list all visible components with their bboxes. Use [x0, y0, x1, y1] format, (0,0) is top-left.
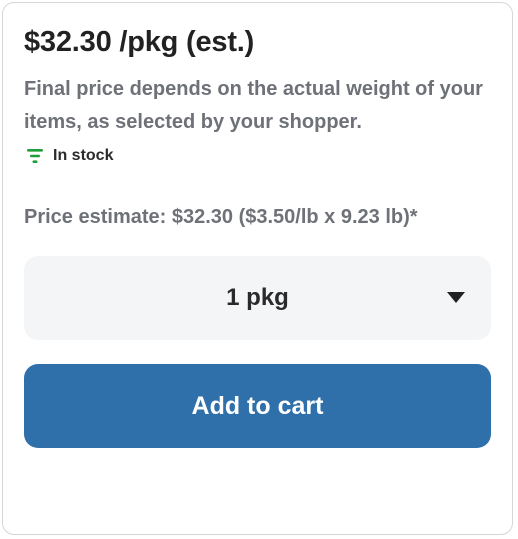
caret-down-icon: [447, 292, 465, 303]
product-purchase-card: $32.30 /pkg (est.) Final price depends o…: [2, 2, 513, 535]
stock-status: In stock: [26, 147, 113, 165]
price-estimate: Price estimate: $32.30 ($3.50/lb x 9.23 …: [24, 206, 418, 228]
price-title: $32.30 /pkg (est.): [24, 26, 255, 58]
add-to-cart-button[interactable]: Add to cart: [24, 364, 491, 448]
price-disclaimer: Final price depends on the actual weight…: [24, 78, 483, 133]
quantity-value: 1 pkg: [226, 284, 289, 311]
stock-label: In stock: [53, 147, 114, 164]
quantity-select[interactable]: 1 pkg: [24, 256, 491, 340]
stock-bars-icon: [26, 147, 44, 165]
